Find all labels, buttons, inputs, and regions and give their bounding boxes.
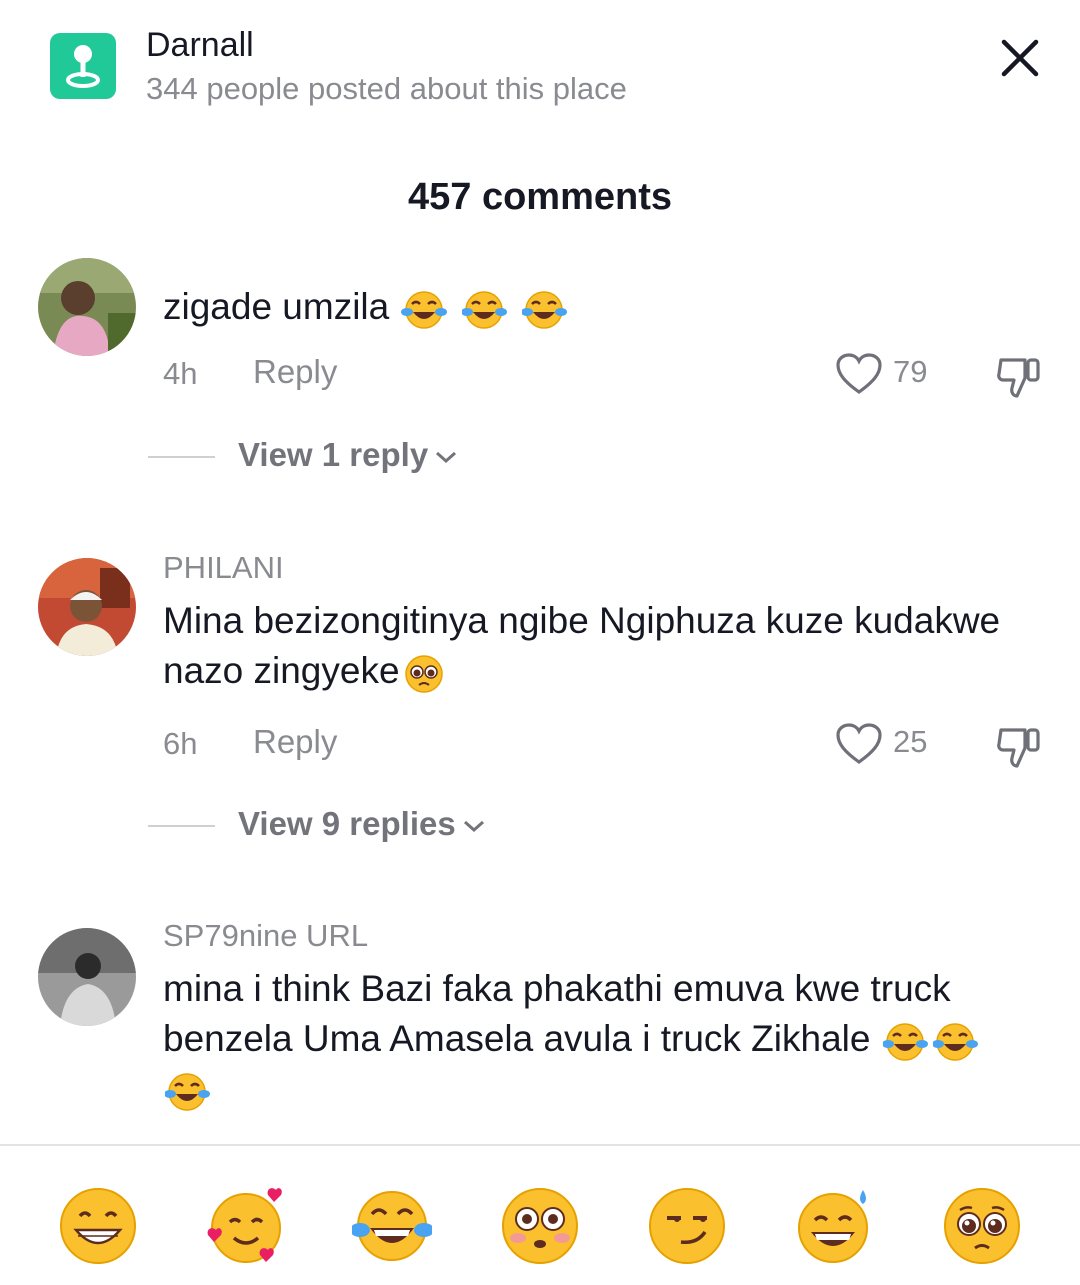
location-title[interactable]: Darnall	[146, 26, 254, 65]
comment-list[interactable]: zigade umzila 4h Reply 79 View 1 reply P…	[0, 246, 1080, 1144]
view-replies-button[interactable]: View 9 replies	[238, 805, 486, 843]
grinning-face-icon[interactable]	[58, 1186, 138, 1266]
comment-time: 4h	[163, 356, 198, 391]
close-icon[interactable]	[995, 33, 1045, 83]
tears-of-joy-icon	[460, 290, 510, 329]
reply-button[interactable]: Reply	[253, 723, 337, 761]
avatar[interactable]	[38, 928, 136, 1026]
chevron-down-icon	[463, 821, 484, 833]
view-replies-label: View 1 reply	[238, 436, 429, 473]
location-pin-icon[interactable]	[50, 33, 116, 99]
tears-of-joy-icon	[521, 290, 570, 329]
grinning-sweat-face-icon[interactable]	[795, 1186, 875, 1266]
tears-of-joy-icon	[164, 1072, 213, 1111]
comment-username[interactable]: PHILANI	[163, 550, 284, 586]
tears-of-joy-icon[interactable]	[350, 1186, 434, 1266]
reply-button[interactable]: Reply	[253, 353, 337, 391]
tears-of-joy-icon	[931, 1022, 981, 1061]
flushed-face-icon[interactable]	[500, 1186, 580, 1266]
replies-divider	[148, 456, 215, 458]
heart-icon[interactable]	[835, 352, 883, 396]
view-replies-label: View 9 replies	[238, 805, 456, 842]
avatar[interactable]	[38, 258, 136, 356]
like-count: 25	[893, 724, 928, 759]
smirking-face-icon[interactable]	[647, 1186, 727, 1266]
dislike-icon[interactable]	[995, 352, 1045, 400]
chevron-down-icon	[436, 452, 457, 464]
comments-sheet: Darnall 344 people posted about this pla…	[0, 0, 1080, 1285]
comment-username[interactable]: SP79nine URL	[163, 918, 368, 954]
replies-divider	[148, 825, 215, 827]
view-replies-button[interactable]: View 1 reply	[238, 436, 458, 474]
like-count: 79	[893, 354, 928, 389]
comments-count-title: 457 comments	[407, 176, 672, 218]
smiling-face-with-hearts-icon[interactable]	[206, 1186, 286, 1266]
tears-of-joy-icon	[881, 1022, 931, 1061]
pleading-face-icon[interactable]	[942, 1186, 1022, 1266]
comment-text: mina i think Bazi faka phakathi emuva kw…	[163, 964, 1023, 1114]
dislike-icon[interactable]	[995, 722, 1045, 770]
pleading-face-icon	[402, 654, 450, 693]
comment-text: Mina bezizongitinya ngibe Ngiphuza kuze …	[163, 600, 1001, 693]
tears-of-joy-icon	[400, 290, 450, 329]
heart-icon[interactable]	[835, 722, 883, 766]
comment-time: 6h	[163, 726, 198, 761]
avatar[interactable]	[38, 558, 136, 656]
quick-emoji-bar	[0, 1146, 1080, 1285]
comment-text: zigade umzila	[163, 282, 1023, 332]
location-subtitle: 344 people posted about this place	[146, 71, 627, 106]
